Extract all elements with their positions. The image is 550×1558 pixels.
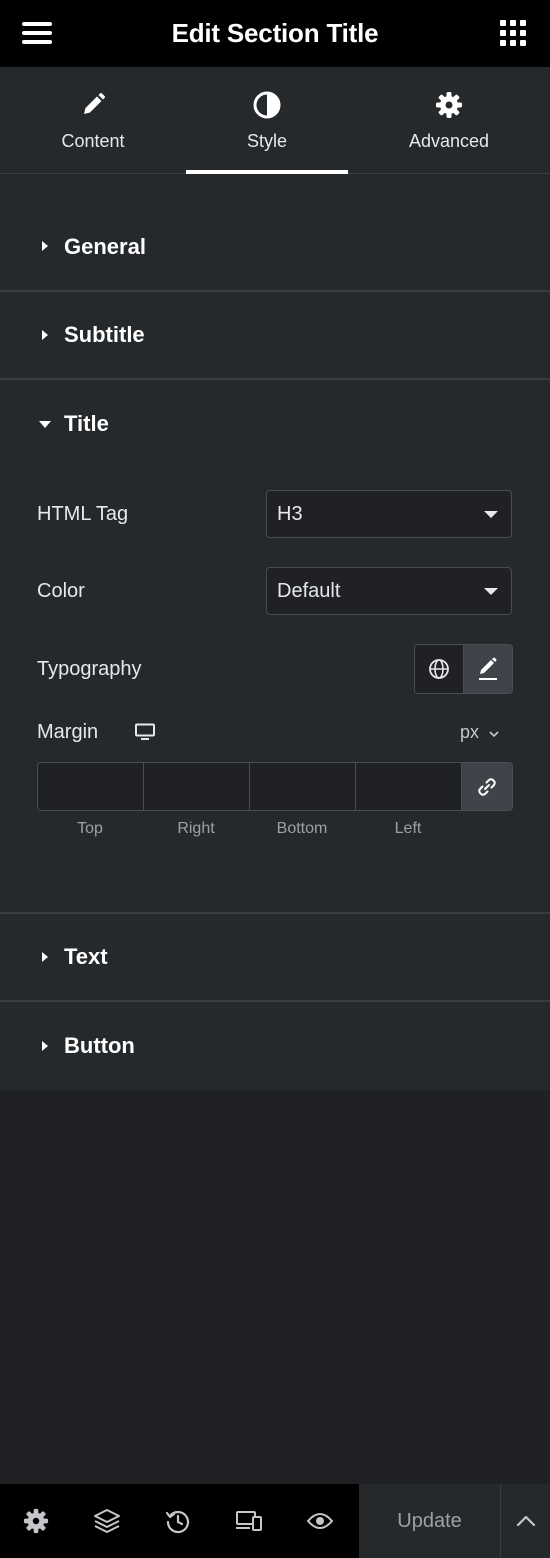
tab-advanced[interactable]: Advanced bbox=[348, 67, 550, 174]
margin-bottom-label: Bottom bbox=[276, 820, 328, 837]
section-title-header[interactable]: Title bbox=[0, 380, 550, 468]
section-button-header[interactable]: Button bbox=[0, 1002, 550, 1090]
update-button[interactable]: Update bbox=[359, 1484, 501, 1558]
margin-bottom-input[interactable] bbox=[250, 763, 356, 810]
link-icon[interactable] bbox=[462, 763, 512, 810]
dropdown-arrow-icon bbox=[484, 511, 498, 518]
color-label: Color bbox=[37, 580, 85, 602]
unit-select[interactable]: px bbox=[460, 722, 500, 743]
margin-top-label: Top bbox=[77, 820, 103, 837]
globe-icon[interactable] bbox=[415, 645, 464, 693]
panel-title: Edit Section Title bbox=[171, 18, 379, 48]
grid-icon[interactable] bbox=[500, 20, 526, 46]
color-select[interactable]: Default bbox=[266, 567, 512, 615]
margin-inputs bbox=[37, 762, 513, 811]
margin-right-input[interactable] bbox=[144, 763, 250, 810]
unit-value: px bbox=[459, 722, 479, 742]
section-subtitle-header[interactable]: Subtitle bbox=[0, 292, 550, 380]
gear-icon bbox=[435, 91, 463, 119]
color-value: Default bbox=[277, 580, 341, 602]
caret-right-icon bbox=[42, 952, 48, 962]
section-title-label: Title bbox=[64, 411, 109, 436]
typography-controls bbox=[414, 644, 513, 694]
margin-field-labels: Top Right Bottom Left bbox=[37, 820, 461, 838]
margin-top-input[interactable] bbox=[38, 763, 144, 810]
margin-label: Margin bbox=[37, 721, 99, 743]
typography-label: Typography bbox=[37, 658, 142, 680]
chevron-up-icon[interactable] bbox=[501, 1484, 550, 1558]
history-icon[interactable] bbox=[142, 1484, 213, 1558]
edit-typography-icon[interactable] bbox=[464, 645, 512, 693]
contrast-icon bbox=[253, 91, 281, 119]
panel-header: Edit Section Title bbox=[0, 0, 550, 67]
footer-tools bbox=[0, 1484, 359, 1558]
panel-footer: Update bbox=[0, 1484, 550, 1558]
caret-down-icon bbox=[39, 420, 51, 428]
section-general-label: General bbox=[64, 234, 146, 259]
tab-style-label: Style bbox=[246, 131, 288, 151]
layers-icon[interactable] bbox=[71, 1484, 142, 1558]
tab-content-label: Content bbox=[61, 131, 125, 151]
tab-advanced-label: Advanced bbox=[408, 131, 490, 151]
margin-right-label: Right bbox=[177, 820, 215, 837]
html-tag-value: H3 bbox=[277, 503, 303, 525]
caret-right-icon bbox=[42, 330, 48, 340]
caret-right-icon bbox=[42, 241, 48, 251]
margin-left-label: Left bbox=[394, 820, 422, 837]
hamburger-icon[interactable] bbox=[22, 22, 52, 44]
responsive-icon[interactable] bbox=[213, 1484, 284, 1558]
html-tag-select[interactable]: H3 bbox=[266, 490, 512, 538]
section-subtitle-label: Subtitle bbox=[64, 322, 145, 347]
dropdown-arrow-icon bbox=[484, 588, 498, 595]
chevron-down-icon bbox=[489, 731, 499, 738]
section-general-header[interactable]: General bbox=[0, 174, 550, 292]
settings-icon[interactable] bbox=[0, 1484, 71, 1558]
section-text-label: Text bbox=[64, 944, 108, 969]
section-text-header[interactable]: Text bbox=[0, 914, 550, 1002]
desktop-icon[interactable] bbox=[134, 723, 156, 746]
pencil-icon bbox=[80, 91, 106, 119]
section-button-label: Button bbox=[64, 1033, 135, 1058]
style-panel: General Subtitle Title HTML Tag H3 Color… bbox=[0, 174, 550, 1090]
panel-tabs: Content Style Advanced bbox=[0, 67, 550, 174]
margin-left-input[interactable] bbox=[356, 763, 462, 810]
tab-style[interactable]: Style bbox=[186, 67, 348, 174]
preview-icon[interactable] bbox=[284, 1484, 355, 1558]
tab-content[interactable]: Content bbox=[0, 67, 186, 174]
section-title-body: HTML Tag H3 Color Default Typography Mar… bbox=[0, 468, 550, 914]
html-tag-label: HTML Tag bbox=[37, 503, 129, 525]
caret-right-icon bbox=[42, 1041, 48, 1051]
